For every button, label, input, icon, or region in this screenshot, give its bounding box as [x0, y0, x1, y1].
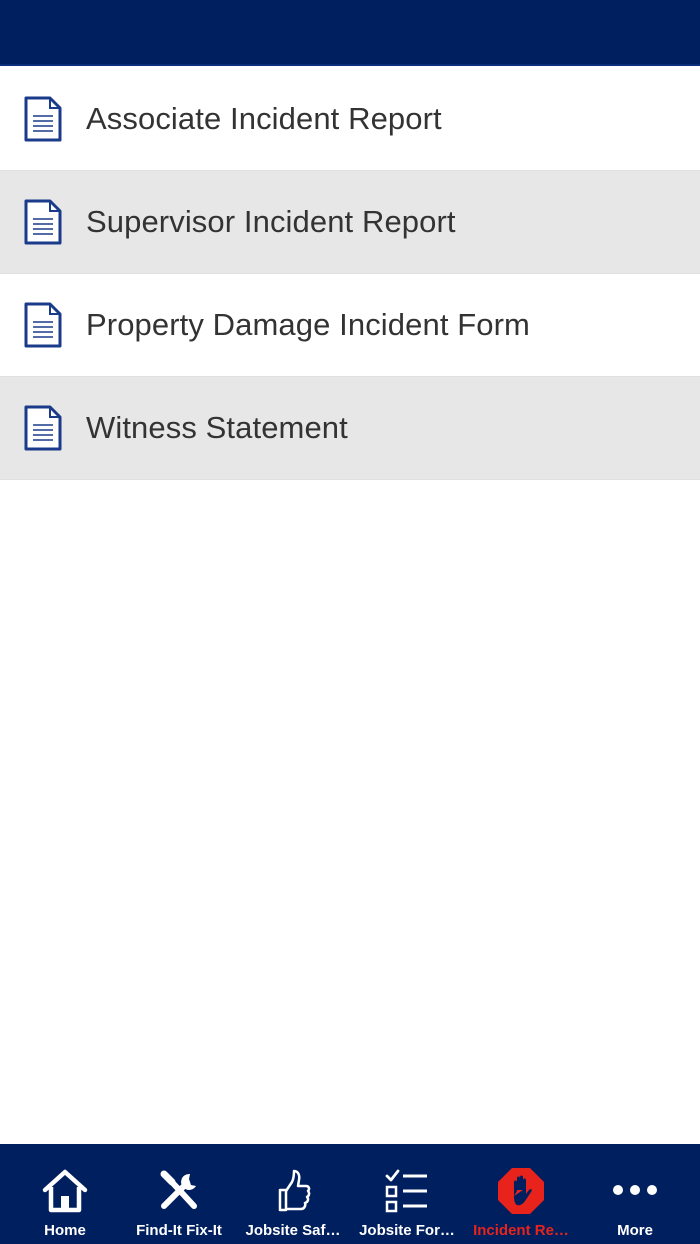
tab-label: More: [617, 1222, 653, 1239]
list-item-property-damage-incident-form[interactable]: Property Damage Incident Form: [0, 274, 700, 377]
tab-home[interactable]: Home: [10, 1144, 120, 1244]
list-item-supervisor-incident-report[interactable]: Supervisor Incident Report: [0, 171, 700, 274]
tab-jobsite-forms[interactable]: Jobsite For…: [352, 1144, 462, 1244]
tab-jobsite-safety[interactable]: Jobsite Saf…: [238, 1144, 348, 1244]
document-icon: [24, 405, 62, 451]
list-item-witness-statement[interactable]: Witness Statement: [0, 377, 700, 480]
list-item-label: Property Damage Incident Form: [86, 307, 530, 342]
more-icon: [610, 1166, 660, 1216]
document-icon: [24, 199, 62, 245]
list-item-label: Witness Statement: [86, 410, 348, 445]
thumbs-up-icon: [268, 1166, 318, 1216]
checklist-icon: [382, 1166, 432, 1216]
list-item-label: Associate Incident Report: [86, 101, 442, 136]
document-icon: [24, 302, 62, 348]
tab-label: Jobsite Saf…: [245, 1222, 341, 1239]
tab-incident-reports[interactable]: Incident Re…: [466, 1144, 576, 1244]
stop-hand-icon: [496, 1166, 546, 1216]
bottom-tab-bar: Home Find-It Fix-It Jobsite Saf… Jobsite…: [0, 1144, 700, 1244]
document-icon: [24, 96, 62, 142]
tools-icon: [154, 1166, 204, 1216]
tab-find-it-fix-it[interactable]: Find-It Fix-It: [124, 1144, 234, 1244]
tab-label: Incident Re…: [473, 1222, 569, 1239]
list-item-label: Supervisor Incident Report: [86, 204, 456, 239]
list-item-associate-incident-report[interactable]: Associate Incident Report: [0, 68, 700, 171]
tab-label: Find-It Fix-It: [136, 1222, 222, 1239]
tab-label: Jobsite For…: [359, 1222, 455, 1239]
top-navigation-bar: [0, 0, 700, 66]
incident-forms-list: Associate Incident Report Supervisor Inc…: [0, 68, 700, 480]
tab-label: Home: [44, 1222, 86, 1239]
tab-more[interactable]: More: [580, 1144, 690, 1244]
home-icon: [40, 1166, 90, 1216]
